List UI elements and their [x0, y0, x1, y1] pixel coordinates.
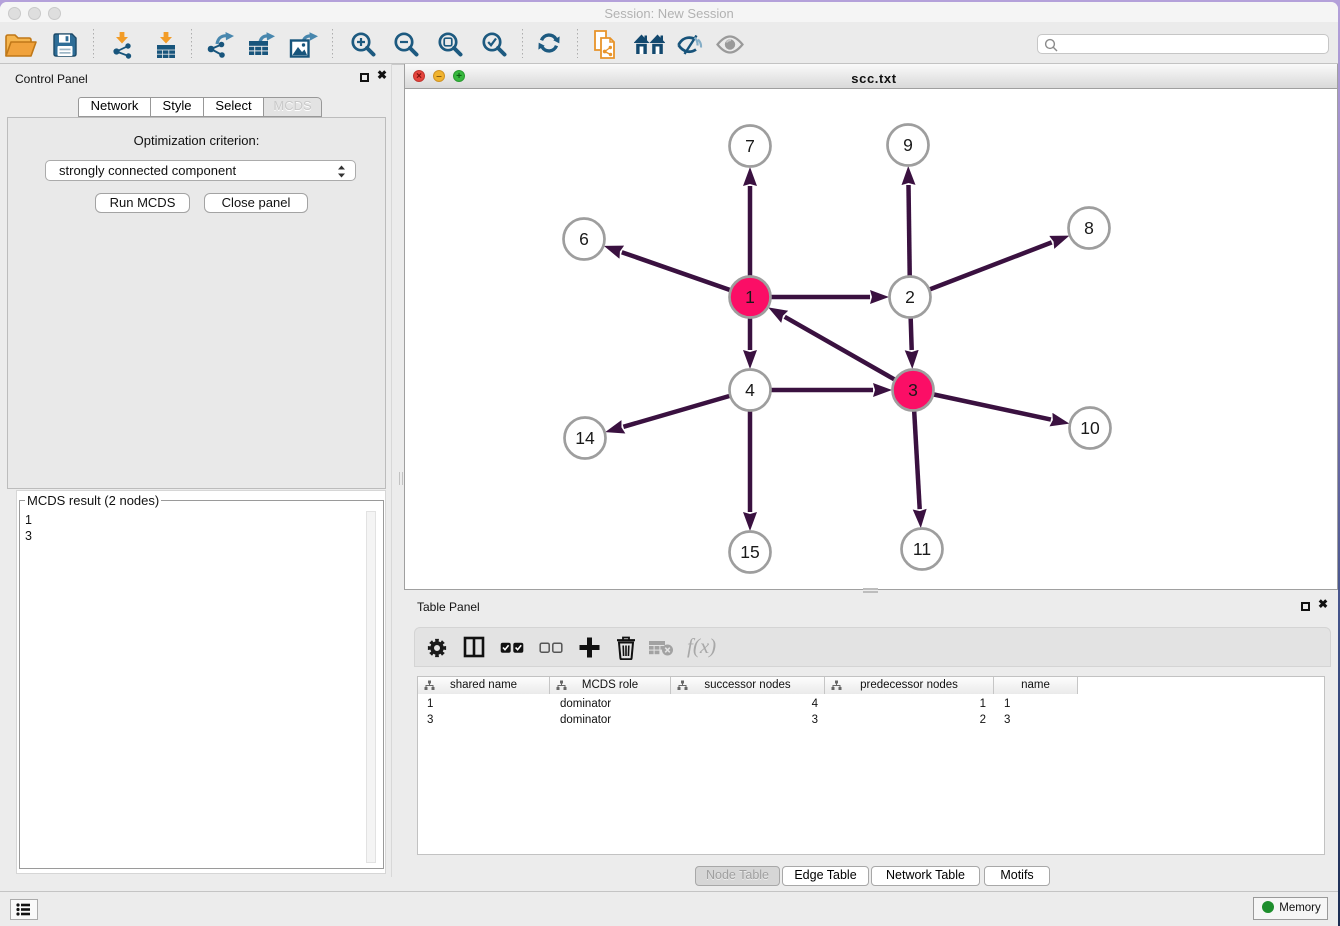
svg-text:11: 11	[913, 539, 931, 559]
svg-text:14: 14	[575, 428, 595, 448]
svg-text:2: 2	[905, 287, 915, 307]
svg-text:3: 3	[908, 380, 918, 400]
svg-text:9: 9	[903, 135, 913, 155]
svg-text:8: 8	[1084, 218, 1094, 238]
svg-text:1: 1	[745, 287, 755, 307]
svg-text:6: 6	[579, 229, 589, 249]
svg-text:15: 15	[740, 542, 759, 562]
svg-text:4: 4	[745, 380, 755, 400]
svg-text:7: 7	[745, 136, 755, 156]
svg-text:10: 10	[1080, 418, 1100, 438]
